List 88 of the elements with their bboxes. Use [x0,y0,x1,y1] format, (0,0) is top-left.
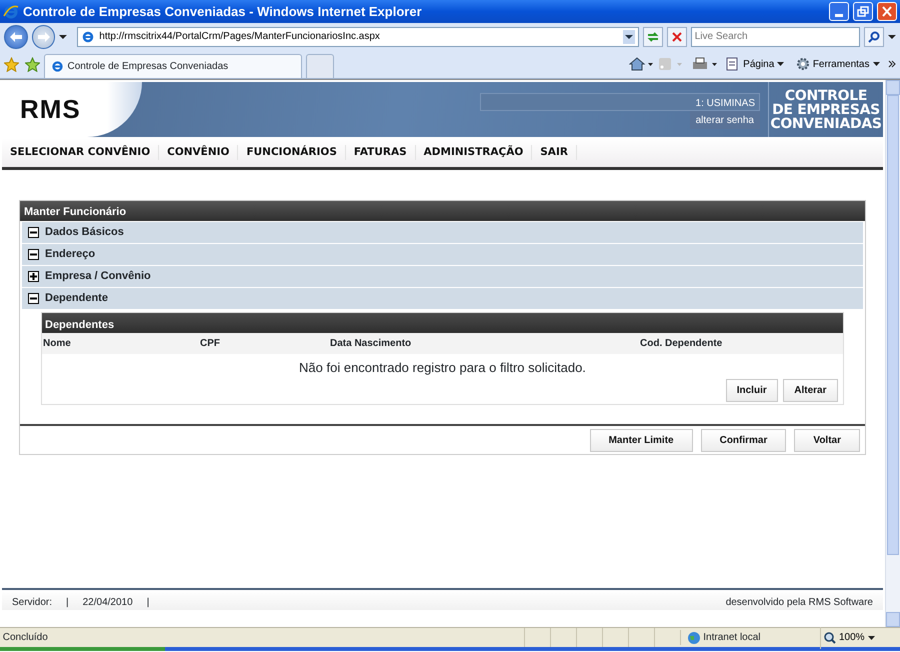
action-button[interactable]: Voltar [794,429,860,452]
stop-button[interactable] [666,26,687,46]
user-field: 1: USIMINAS [480,93,760,111]
section-header[interactable]: Dados Básicos [22,222,863,243]
stop-icon [670,30,683,42]
panel-title: Manter Funcionário [20,201,865,221]
globe-icon [686,630,700,644]
dropdown-icon[interactable] [623,30,636,44]
status-text: Concluído [2,631,48,645]
logo: RMS [2,82,142,137]
section-label: Dados Básicos [45,225,124,240]
section-header[interactable]: Dependente [22,288,863,309]
menu-link[interactable]: FUNCIONÁRIOS [238,144,346,160]
footer-text: | [146,596,150,605]
plus-icon [29,272,38,281]
change-password-link[interactable]: alterar senha [690,111,760,129]
add-favorite-icon[interactable] [24,56,40,72]
section-header[interactable]: Endereço [22,244,863,265]
menu-link[interactable]: FATURAS [346,144,416,160]
dropdown-icon[interactable] [888,32,896,40]
footer-text: | [66,596,69,605]
footer-text: Servidor: [12,596,52,605]
refresh-icon [646,30,660,44]
print-icon[interactable] [692,57,718,71]
close-button[interactable] [877,2,897,21]
chevron-icon[interactable] [888,60,896,68]
page-menu-button[interactable]: Página [723,53,788,75]
column-header: Data Nascimento [330,337,412,351]
header-title: CONTROLE [784,88,868,102]
tab-label: Controle de Empresas Conveniadas [68,60,228,74]
search-field[interactable]: Live Search [694,29,856,44]
browser-tab[interactable]: Controle de Empresas Conveniadas [44,54,302,78]
zone-text: Intranet local [703,631,761,645]
back-arrow-icon [8,30,23,42]
empty-message: Não foi encontrado registro para o filtro solicitado. [298,359,587,377]
forward-arrow-icon [36,30,51,42]
search-icon [868,30,880,42]
window-title: Controle de Empresas Conveniadas - Windows Internet Explorer [23,2,423,21]
page-icon [726,57,740,71]
section-label: Empresa / Convênio [45,269,151,284]
maximize-icon [857,6,869,17]
section-header[interactable]: Empresa / Convênio [22,266,863,287]
forward-button[interactable] [32,24,56,48]
tools-menu-button[interactable]: Ferramentas [792,53,882,75]
page-icon [50,60,64,73]
search-button[interactable] [864,26,884,46]
menu-link[interactable]: ADMINISTRAÇÃO [416,144,532,160]
gear-icon [796,57,810,71]
caret-icon [868,634,875,640]
column-header: CPF [200,337,221,351]
menu-link[interactable]: SAIR [532,144,577,160]
action-button[interactable]: Confirmar [700,429,786,452]
scrollbar[interactable] [885,80,900,627]
minimize-button[interactable] [829,2,849,21]
caret-icon [872,61,880,67]
grid-title: Dependentes [42,313,843,333]
maximize-button[interactable] [853,2,873,21]
section-label: Dependente [45,291,108,306]
expand-toggle[interactable] [28,271,39,282]
grid-button[interactable]: Alterar [783,378,838,402]
footer-credit: desenvolvido pela RMS Software [726,596,873,605]
caret-icon [777,61,784,67]
search-box[interactable]: Live Search [690,26,860,46]
page-icon [81,30,96,44]
menu-link[interactable]: SELECIONAR CONVÊNIO [2,144,160,160]
column-header: Cod. Dependente [640,337,724,351]
expand-toggle[interactable] [28,293,39,304]
grid-button[interactable]: Incluir [726,378,778,402]
refresh-button[interactable] [643,26,663,46]
address-field[interactable]: http://rmscitrix44/PortalCrm/Pages/ManterFuncionariosInc.aspx [99,29,620,44]
header-title: DE EMPRESAS [772,102,880,116]
footer-text: 22/04/2010 [82,596,133,605]
dropdown-icon[interactable] [59,32,68,40]
menu-link[interactable]: CONVÊNIO [159,144,238,160]
back-button[interactable] [4,24,28,48]
star-icon[interactable] [4,56,19,72]
header-title: CONVENIADAS [770,116,882,130]
expand-toggle[interactable] [28,227,39,238]
home-icon[interactable] [628,57,653,71]
browser-icon [3,4,19,20]
minimize-icon [835,14,843,17]
zoom-icon [824,632,836,644]
section-label: Endereço [45,247,96,262]
expand-toggle[interactable] [28,249,39,260]
close-icon [882,6,892,17]
action-button[interactable]: Manter Limite [590,429,693,452]
address-bar[interactable]: http://rmscitrix44/PortalCrm/Pages/ManterFuncionariosInc.aspx [77,26,640,46]
column-header: Nome [43,337,72,351]
